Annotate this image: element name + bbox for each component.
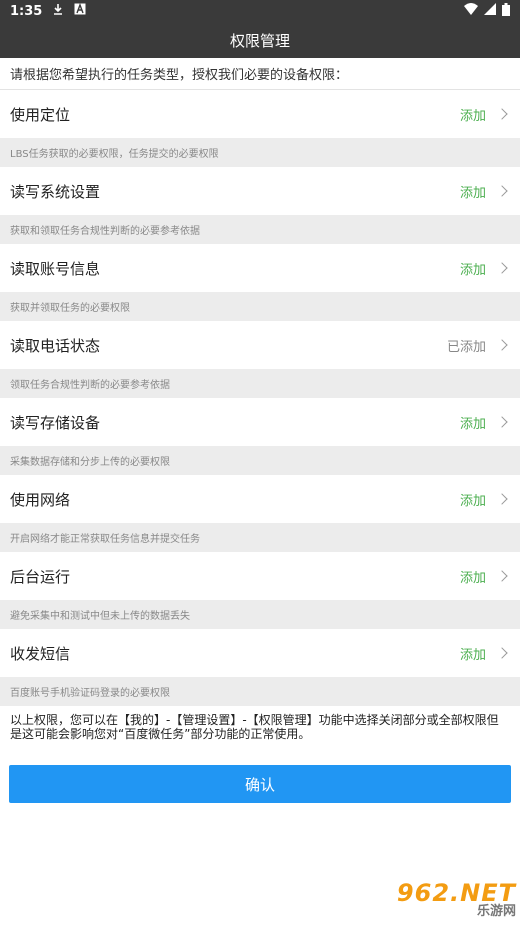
intro-text: 请根据您希望执行的任务类型，授权我们必要的设备权限：: [0, 58, 520, 90]
chevron-right-icon[interactable]: [496, 647, 508, 659]
permission-description: 获取并领取任务的必要权限: [0, 292, 520, 321]
permission-status[interactable]: 添加: [460, 259, 486, 278]
permission-name: 后台运行: [10, 567, 71, 586]
permission-description: 获取和领取任务合规性判断的必要参考依据: [0, 215, 520, 244]
chevron-right-icon[interactable]: [496, 262, 508, 274]
wifi-icon: [464, 3, 478, 19]
watermark-logo: 962.NET 乐游网: [384, 878, 516, 922]
permission-name: 收发短信: [10, 644, 71, 663]
battery-icon: [502, 2, 510, 20]
permission-row[interactable]: 读写存储设备 添加: [0, 398, 520, 446]
permission-row[interactable]: 使用定位 添加: [0, 90, 520, 138]
signal-icon: [484, 3, 496, 19]
permission-row[interactable]: 读取账号信息 添加: [0, 244, 520, 292]
permission-status[interactable]: 添加: [460, 413, 486, 432]
page-title: 权限管理: [229, 31, 290, 50]
status-time: 1:35: [10, 3, 43, 19]
permission-description: LBS任务获取的必要权限，任务提交的必要权限: [0, 138, 520, 167]
permission-description: 百度账号手机验证码登录的必要权限: [0, 677, 520, 706]
permission-description: 开启网络才能正常获取任务信息并提交任务: [0, 523, 520, 552]
permission-row[interactable]: 读取电话状态 已添加: [0, 321, 520, 369]
permission-status[interactable]: 添加: [460, 182, 486, 201]
permission-description: 避免采集中和测试中但未上传的数据丢失: [0, 600, 520, 629]
confirm-button[interactable]: 确认: [9, 765, 511, 803]
permission-status[interactable]: 添加: [460, 105, 486, 124]
permission-name: 使用网络: [10, 490, 71, 509]
permission-name: 读写存储设备: [10, 413, 101, 432]
download-icon: [52, 3, 64, 19]
permission-name: 读写系统设置: [10, 182, 101, 201]
chevron-right-icon[interactable]: [496, 339, 508, 351]
permission-description: 采集数据存储和分步上传的必要权限: [0, 446, 520, 475]
permission-name: 读取账号信息: [10, 259, 101, 278]
status-bar: 1:35: [0, 0, 520, 22]
permission-name: 读取电话状态: [10, 336, 101, 355]
permission-row[interactable]: 收发短信 添加: [0, 629, 520, 677]
permission-status[interactable]: 已添加: [447, 336, 486, 355]
footer-note: 以上权限，您可以在【我的】-【管理设置】-【权限管理】功能中选择关闭部分或全部权…: [10, 713, 499, 741]
chevron-right-icon[interactable]: [496, 108, 508, 120]
chevron-right-icon[interactable]: [496, 570, 508, 582]
permission-row[interactable]: 后台运行 添加: [0, 552, 520, 600]
notification-a-icon: [74, 3, 86, 19]
title-bar: 权限管理: [0, 22, 520, 58]
permission-status[interactable]: 添加: [460, 644, 486, 663]
permission-row[interactable]: 使用网络 添加: [0, 475, 520, 523]
chevron-right-icon[interactable]: [496, 493, 508, 505]
permission-name: 使用定位: [10, 105, 71, 124]
permission-row[interactable]: 读写系统设置 添加: [0, 167, 520, 215]
chevron-right-icon[interactable]: [496, 416, 508, 428]
permission-description: 领取任务合规性判断的必要参考依据: [0, 369, 520, 398]
permission-list: 使用定位 添加 LBS任务获取的必要权限，任务提交的必要权限 读写系统设置 添加 获取和领…: [0, 90, 520, 706]
permission-status[interactable]: 添加: [460, 490, 486, 509]
watermark-bottom: 乐游网: [476, 904, 516, 919]
watermark-top: 962.NET: [396, 879, 516, 907]
permission-status[interactable]: 添加: [460, 567, 486, 586]
chevron-right-icon[interactable]: [496, 185, 508, 197]
